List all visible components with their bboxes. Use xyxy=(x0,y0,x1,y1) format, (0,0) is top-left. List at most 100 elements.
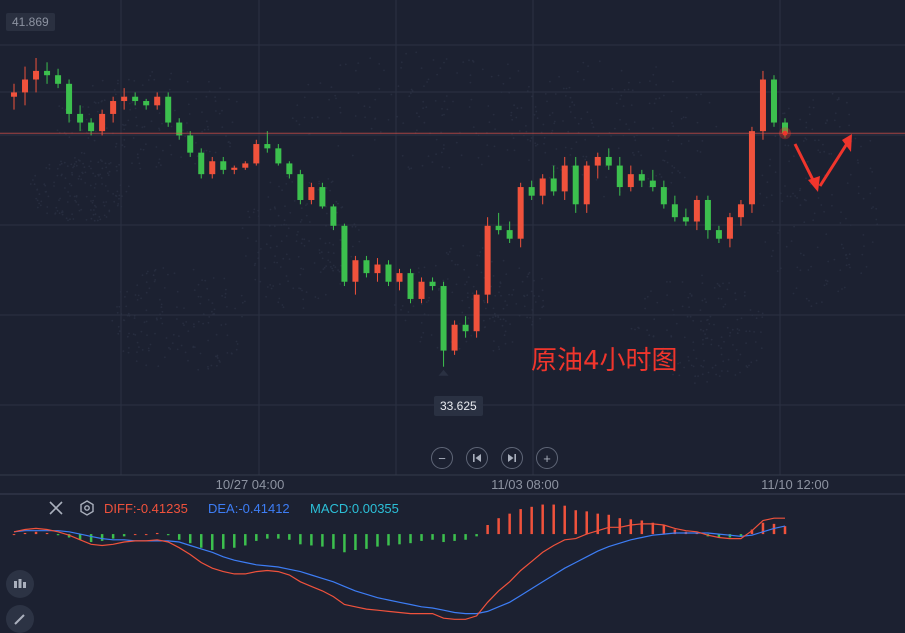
map-dot xyxy=(470,334,473,337)
map-dot xyxy=(149,74,152,77)
map-dot xyxy=(53,181,55,184)
map-dot xyxy=(799,269,802,272)
map-dot xyxy=(854,137,857,140)
map-dot xyxy=(230,352,233,355)
map-dot xyxy=(564,95,567,97)
map-dot xyxy=(272,285,275,287)
map-dot xyxy=(187,103,190,106)
chart-type-button[interactable] xyxy=(6,570,34,598)
map-dot xyxy=(617,147,620,150)
map-dot xyxy=(736,328,739,330)
map-dot xyxy=(511,118,514,121)
map-dot xyxy=(500,294,502,297)
map-dot xyxy=(79,160,81,162)
map-dot xyxy=(570,165,573,168)
map-dot xyxy=(762,204,765,207)
map-dot xyxy=(100,177,103,179)
map-dot xyxy=(611,88,614,90)
map-dot xyxy=(690,295,693,297)
map-dot xyxy=(334,94,337,97)
map-dot xyxy=(267,196,270,198)
map-dot xyxy=(828,153,831,155)
map-dot xyxy=(73,195,76,198)
map-dot xyxy=(697,375,699,377)
map-dot xyxy=(282,257,285,260)
map-dot xyxy=(303,116,306,119)
map-dot xyxy=(735,298,737,301)
map-dot xyxy=(88,165,91,168)
map-dot xyxy=(675,322,678,325)
next-button[interactable] xyxy=(501,447,523,469)
candle-body xyxy=(143,101,150,106)
map-dot xyxy=(136,124,138,127)
map-dot xyxy=(498,348,501,351)
map-dot xyxy=(605,176,608,179)
map-dot xyxy=(687,356,690,358)
map-dot xyxy=(355,69,357,72)
map-dot xyxy=(351,225,354,228)
map-dot xyxy=(478,254,481,257)
map-dot xyxy=(134,334,137,336)
candle-body xyxy=(297,174,304,200)
chart-canvas[interactable]: 10/27 04:00 11/03 08:00 11/10 12:00 xyxy=(0,0,905,625)
map-dot xyxy=(517,70,520,72)
map-dot xyxy=(207,367,210,370)
map-dot xyxy=(421,164,424,167)
candle-body xyxy=(77,113,84,123)
map-dot xyxy=(118,197,120,200)
map-dot xyxy=(148,349,150,352)
map-dot xyxy=(551,112,554,114)
candle-body xyxy=(770,79,777,123)
map-dot xyxy=(133,80,136,82)
map-dot xyxy=(812,219,815,222)
map-dot xyxy=(761,316,764,318)
macd-histogram-bar xyxy=(321,534,324,547)
map-dot xyxy=(633,154,635,156)
map-dot xyxy=(769,158,771,161)
map-dot xyxy=(87,106,90,108)
candle-body xyxy=(726,217,733,239)
map-dot xyxy=(666,161,669,164)
map-dot xyxy=(145,143,147,146)
candle-body xyxy=(154,96,161,106)
map-dot xyxy=(182,129,184,132)
map-dot xyxy=(640,154,642,157)
macd-settings-button[interactable] xyxy=(78,499,96,517)
map-dot xyxy=(339,283,342,285)
map-dot xyxy=(571,101,574,104)
map-dot xyxy=(323,266,326,269)
macd-histogram-bar xyxy=(23,532,27,535)
macd-histogram-bar xyxy=(34,531,38,535)
zoom-in-button[interactable]: + xyxy=(536,447,558,469)
map-dot xyxy=(443,100,446,103)
map-dot xyxy=(393,304,396,306)
map-dot xyxy=(862,234,865,236)
map-dot xyxy=(471,292,474,295)
map-dot xyxy=(107,174,110,177)
map-dot xyxy=(491,260,493,263)
map-dot xyxy=(327,259,330,262)
map-dot xyxy=(717,344,720,347)
map-dot xyxy=(690,364,693,367)
draw-tool-button[interactable] xyxy=(6,605,34,633)
map-dot xyxy=(123,124,125,127)
map-dot xyxy=(339,131,342,133)
chart-area[interactable]: 10/27 04:00 11/03 08:00 11/10 12:00 41.869… xyxy=(0,0,905,633)
map-dot xyxy=(748,330,751,333)
map-dot xyxy=(221,126,224,128)
map-dot xyxy=(145,281,148,283)
map-dot xyxy=(673,166,676,169)
map-dot xyxy=(66,165,69,168)
map-dot xyxy=(299,221,302,223)
map-dot xyxy=(247,210,250,213)
map-dot xyxy=(185,321,188,323)
map-dot xyxy=(831,92,834,95)
map-dot xyxy=(646,295,649,298)
close-macd-button[interactable] xyxy=(47,499,65,517)
prev-button[interactable] xyxy=(466,447,488,469)
map-dot xyxy=(344,63,347,66)
zoom-out-button[interactable]: − xyxy=(431,447,453,469)
map-dot xyxy=(653,102,656,105)
map-dot xyxy=(448,166,451,169)
candle-body xyxy=(99,113,106,132)
